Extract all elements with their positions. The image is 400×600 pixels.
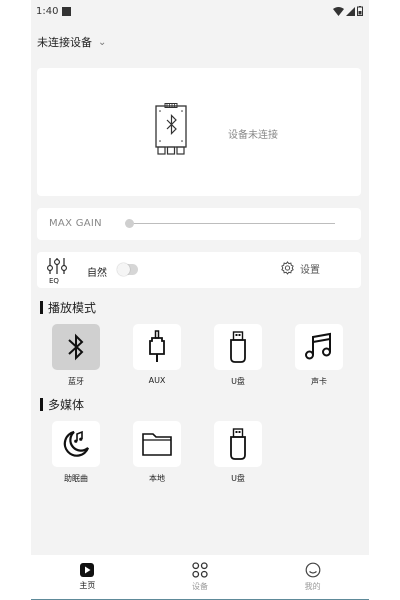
usb-drive-icon bbox=[230, 428, 246, 460]
max-gain-label: MAX GAIN bbox=[49, 218, 102, 229]
play-mode-title: 播放模式 bbox=[40, 299, 96, 316]
sleep-moon-icon bbox=[63, 430, 90, 457]
play-home-icon bbox=[80, 563, 95, 577]
max-gain-card: MAX GAIN bbox=[37, 208, 361, 240]
eq-icon-label: EQ bbox=[49, 277, 59, 284]
section-marker bbox=[40, 398, 43, 411]
status-bar: 1:40 bbox=[31, 0, 369, 22]
bluetooth-device-icon bbox=[155, 103, 187, 155]
mode-aux-label: AUX bbox=[148, 376, 166, 385]
profile-icon bbox=[305, 562, 321, 578]
notification-icon bbox=[62, 6, 72, 16]
mode-aux-tile[interactable] bbox=[133, 324, 181, 370]
nav-devices-label: 设备 bbox=[191, 582, 208, 591]
media-sleep-label: 助眠曲 bbox=[64, 474, 88, 483]
gear-icon bbox=[281, 261, 294, 275]
mode-soundcard-tile[interactable] bbox=[295, 324, 343, 370]
section-marker bbox=[40, 301, 43, 314]
max-gain-slider-track[interactable] bbox=[129, 223, 335, 224]
nav-profile[interactable]: 我的 bbox=[273, 562, 353, 592]
nav-home[interactable]: 主页 bbox=[47, 563, 127, 591]
media-title-text: 多媒体 bbox=[48, 398, 85, 412]
app-screen: 1:40 未连接设备 ⌄ 设备未连接 MAX GAIN EQ 自然 设置 播放模… bbox=[31, 0, 369, 600]
device-status-text: 设备未连接 bbox=[228, 130, 278, 141]
media-usb-label: U盘 bbox=[231, 474, 245, 483]
folder-icon bbox=[142, 433, 172, 456]
eq-toggle[interactable] bbox=[117, 263, 138, 276]
play-mode-title-text: 播放模式 bbox=[48, 301, 97, 315]
max-gain-slider-thumb[interactable] bbox=[124, 219, 134, 228]
device-selector-label: 未连接设备 bbox=[37, 36, 92, 49]
nav-devices[interactable]: 设备 bbox=[160, 562, 240, 592]
usb-drive-icon bbox=[230, 331, 246, 363]
music-note-icon bbox=[305, 332, 331, 360]
mode-soundcard-label: 声卡 bbox=[311, 377, 327, 386]
nav-profile-label: 我的 bbox=[304, 582, 321, 591]
signal-icon bbox=[346, 6, 355, 16]
mode-usb-tile[interactable] bbox=[214, 324, 262, 370]
device-selector[interactable]: 未连接设备 ⌄ bbox=[37, 34, 106, 50]
bottom-nav: 主页 设备 我的 bbox=[31, 555, 369, 600]
media-local-label: 本地 bbox=[149, 474, 165, 483]
bluetooth-icon bbox=[68, 333, 84, 361]
status-time: 1:40 bbox=[36, 5, 59, 17]
mode-bluetooth-tile[interactable] bbox=[52, 324, 100, 370]
settings-label: 设置 bbox=[300, 265, 320, 276]
eq-card: EQ 自然 设置 bbox=[37, 252, 361, 288]
mode-bluetooth-label: 蓝牙 bbox=[68, 377, 84, 386]
media-title: 多媒体 bbox=[40, 396, 84, 413]
settings-button[interactable]: 设置 bbox=[280, 261, 320, 276]
media-sleep-tile[interactable] bbox=[52, 421, 100, 467]
chevron-down-icon: ⌄ bbox=[98, 36, 107, 48]
media-local-tile[interactable] bbox=[133, 421, 181, 467]
media-usb-tile[interactable] bbox=[214, 421, 262, 467]
mode-usb-label: U盘 bbox=[231, 377, 245, 386]
devices-grid-icon bbox=[192, 562, 208, 578]
battery-icon bbox=[357, 6, 363, 16]
device-card: 设备未连接 bbox=[37, 68, 361, 196]
nav-home-label: 主页 bbox=[79, 581, 96, 590]
eq-toggle-knob bbox=[117, 263, 130, 276]
eq-icon[interactable]: EQ bbox=[46, 256, 70, 284]
wifi-icon bbox=[333, 6, 344, 16]
aux-jack-icon bbox=[149, 330, 165, 362]
eq-preset-label: 自然 bbox=[87, 268, 107, 279]
